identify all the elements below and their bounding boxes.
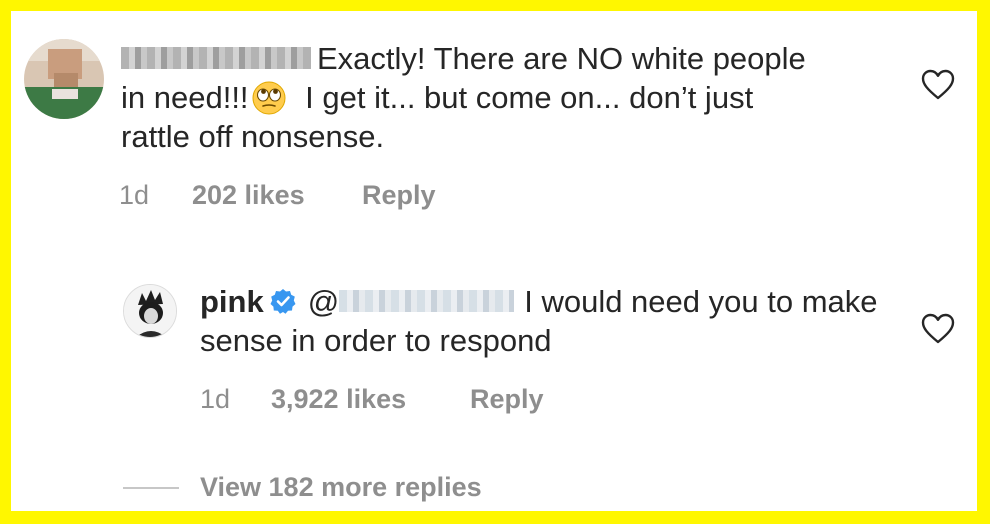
instagram-comment-thread: Exactly! There are NO white people in ne… — [11, 11, 977, 511]
avatar-pink[interactable] — [123, 284, 177, 338]
avatar-blurred[interactable] — [24, 39, 104, 119]
comment-time: 1d — [200, 384, 231, 414]
avatar-pink-image — [124, 285, 176, 337]
reply-button[interactable]: Reply — [470, 383, 544, 415]
reply-button[interactable]: Reply — [362, 179, 436, 211]
username-blurred[interactable] — [121, 46, 311, 69]
comment-2-text: pink @ I would need you to make sense in … — [200, 282, 880, 360]
verified-badge-icon — [270, 288, 296, 314]
mention-prefix[interactable]: @ — [308, 284, 339, 319]
comment-likes[interactable]: 3,922 likes — [271, 383, 406, 415]
view-replies-divider — [123, 487, 179, 489]
rolling-eyes-emoji — [252, 81, 286, 115]
comment-1-text: Exactly! There are NO white people in ne… — [121, 39, 821, 156]
heart-icon[interactable] — [921, 313, 955, 345]
comment-likes[interactable]: 202 likes — [192, 179, 305, 211]
view-more-replies-button[interactable]: View 182 more replies — [200, 472, 482, 503]
username-pink[interactable]: pink — [200, 284, 264, 319]
comment-2-body: I would need you to make sense in order … — [200, 284, 878, 358]
heart-icon[interactable] — [921, 69, 955, 101]
mention-blurred[interactable] — [339, 289, 515, 312]
comment-time: 1d — [119, 180, 150, 210]
